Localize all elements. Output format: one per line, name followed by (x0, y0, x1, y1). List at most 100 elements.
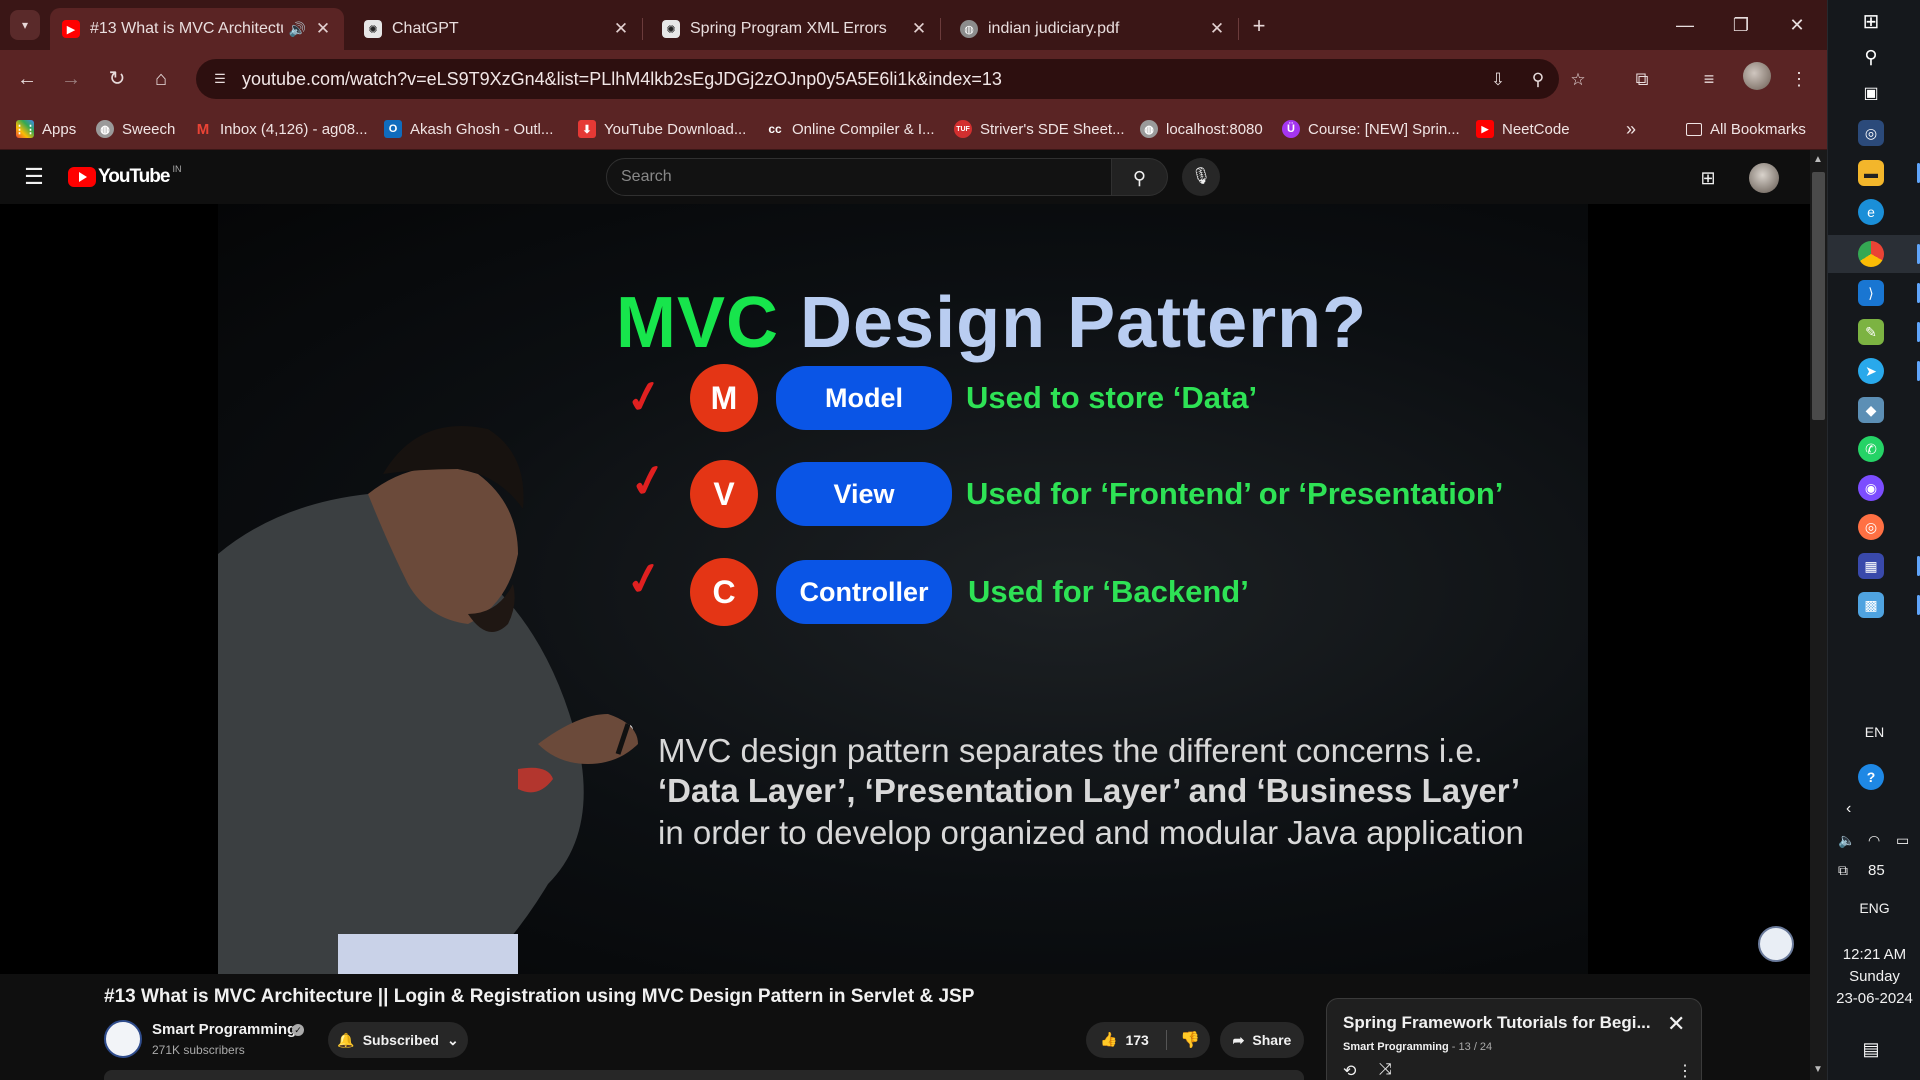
create-video-icon[interactable]: ⊞ (1695, 166, 1721, 190)
account-avatar[interactable] (1749, 163, 1779, 193)
slide-title: MVC Design Pattern? (616, 282, 1367, 364)
tab-indian-judiciary[interactable]: ◍ indian judiciary.pdf ✕ (948, 8, 1238, 50)
home-button[interactable]: ⌂ (146, 64, 176, 94)
notifications-icon[interactable]: ▤ (1858, 1036, 1884, 1062)
speaker-icon[interactable]: 🔊 (289, 21, 306, 38)
bookmarks-overflow-button[interactable]: » (1626, 118, 1636, 140)
share-button[interactable]: ➦ Share (1220, 1022, 1304, 1058)
channel-avatar[interactable] (104, 1020, 142, 1058)
playlist-title[interactable]: Spring Framework Tutorials for Begi... (1343, 1013, 1663, 1033)
app-icon[interactable]: ▦ (1858, 553, 1884, 579)
bookmark-youtube-download[interactable]: ⬇ YouTube Download... (578, 118, 746, 140)
new-tab-button[interactable]: + (1245, 12, 1273, 40)
display-icon[interactable]: ⧉ (1838, 862, 1848, 879)
youtube-logo[interactable]: YouTube IN (68, 164, 181, 188)
close-tab-icon[interactable]: ✕ (910, 19, 928, 39)
scroll-down-arrow-icon[interactable]: ▼ (1813, 1064, 1823, 1075)
shuffle-icon[interactable]: ⤨ (1379, 1061, 1392, 1079)
close-tab-icon[interactable]: ✕ (612, 19, 630, 39)
bookmark-localhost[interactable]: ◍ localhost:8080 (1140, 118, 1263, 140)
more-options-icon[interactable]: ⋮ (1677, 1061, 1693, 1080)
thumbs-down-icon[interactable]: 👎 (1180, 1030, 1200, 1050)
tab-divider (1238, 18, 1239, 40)
media-controls-icon[interactable]: ≡ (1694, 64, 1724, 94)
app-icon[interactable]: ◎ (1858, 514, 1884, 540)
search-input[interactable]: Search (606, 158, 1112, 196)
back-button[interactable]: ← (12, 64, 42, 94)
bookmark-apps[interactable]: ⋮⋮ Apps (14, 118, 76, 140)
install-app-icon[interactable]: ⇩ (1486, 68, 1510, 92)
address-bar[interactable]: ☰ youtube.com/watch?v=eLS9T9XzGn4&list=P… (196, 59, 1586, 99)
battery-icon[interactable]: ▭ (1896, 832, 1909, 849)
site-settings-icon[interactable]: ☰ (210, 69, 230, 89)
restore-button[interactable]: ❐ (1718, 10, 1764, 40)
share-label: Share (1252, 1032, 1292, 1048)
input-language[interactable]: ENG (1828, 900, 1920, 916)
chevron-left-icon[interactable]: ‹ (1846, 800, 1851, 818)
tab-chatgpt[interactable]: ✺ ChatGPT ✕ (352, 8, 642, 50)
tab-divider (642, 18, 643, 40)
bookmark-udemy-course[interactable]: Ü Course: [NEW] Sprin... (1282, 118, 1460, 140)
bookmark-star-icon[interactable]: ☆ (1566, 68, 1590, 92)
extensions-icon[interactable]: ⧉ (1627, 64, 1657, 94)
bookmark-outlook[interactable]: O Akash Ghosh - Outl... (384, 118, 553, 140)
profile-avatar[interactable] (1743, 62, 1771, 90)
playlist-channel[interactable]: Smart Programming (1343, 1041, 1449, 1053)
language-indicator[interactable]: EN (1828, 724, 1920, 740)
channel-watermark[interactable] (1758, 926, 1794, 962)
guide-menu-icon[interactable]: ☰ (22, 165, 46, 189)
chrome-menu-icon[interactable]: ⋮ (1784, 64, 1814, 94)
task-view-icon[interactable]: ▣ (1858, 80, 1884, 106)
close-window-button[interactable]: ✕ (1774, 10, 1820, 40)
channel-name[interactable]: Smart Programming (152, 1021, 296, 1038)
notepad-icon[interactable]: ✎ (1858, 319, 1884, 345)
scroll-up-arrow-icon[interactable]: ▲ (1813, 154, 1823, 165)
volume-icon[interactable]: 🔈 (1838, 832, 1855, 849)
vscode-icon[interactable]: ⟩ (1858, 280, 1884, 306)
description-box[interactable] (104, 1070, 1304, 1080)
app-icon[interactable]: ◎ (1858, 120, 1884, 146)
reload-button[interactable]: ↻ (102, 64, 132, 94)
whatsapp-icon[interactable]: ✆ (1858, 436, 1884, 462)
app-icon[interactable]: ◆ (1858, 397, 1884, 423)
close-tab-icon[interactable]: ✕ (1208, 19, 1226, 39)
video-frame[interactable]: MVC Design Pattern? ✓ M Model Used to st… (218, 204, 1588, 974)
bookmark-neetcode[interactable]: ▶ NeetCode (1476, 118, 1570, 140)
wifi-icon[interactable]: ◠ (1868, 832, 1880, 849)
all-bookmarks-button[interactable]: All Bookmarks (1686, 118, 1806, 140)
page-scrollbar[interactable]: ▲ ▼ (1810, 150, 1827, 1080)
subscribed-button[interactable]: 🔔 Subscribed ⌄ (328, 1022, 468, 1058)
scrollbar-thumb[interactable] (1812, 172, 1825, 420)
help-icon[interactable]: ? (1858, 764, 1884, 790)
edge-icon[interactable]: e (1858, 199, 1884, 225)
playlist-meta: Smart Programming - 13 / 24 (1343, 1041, 1493, 1053)
voice-search-icon[interactable]: 🎙 (1182, 158, 1220, 196)
loop-icon[interactable]: ⟲ (1343, 1061, 1356, 1080)
clock-date: 23-06-2024 (1836, 990, 1913, 1007)
bookmark-sweech[interactable]: ◍ Sweech (96, 118, 175, 140)
video-player[interactable]: MVC Design Pattern? ✓ M Model Used to st… (0, 204, 1810, 974)
forward-button[interactable]: → (56, 64, 86, 94)
tab-youtube[interactable]: ▶ #13 What is MVC Architectu 🔊 ✕ (50, 8, 344, 50)
clock-time[interactable]: 12:21 AM (1828, 946, 1920, 963)
tab-search-button[interactable]: ▾ (10, 10, 40, 40)
photos-icon[interactable]: ▩ (1858, 592, 1884, 618)
bookmark-online-compiler[interactable]: cc Online Compiler & I... (766, 118, 934, 140)
tab-spring-xml[interactable]: ✺ Spring Program XML Errors ✕ (650, 8, 940, 50)
close-tab-icon[interactable]: ✕ (314, 19, 332, 39)
chrome-icon[interactable] (1858, 241, 1884, 267)
bookmark-striver[interactable]: TUF Striver's SDE Sheet... (954, 118, 1125, 140)
tuf-icon: TUF (954, 120, 972, 138)
search-button[interactable]: ⚲ (1112, 158, 1168, 196)
close-icon[interactable]: ✕ (1667, 1011, 1685, 1037)
search-icon[interactable]: ⚲ (1858, 44, 1884, 70)
telegram-icon[interactable]: ➤ (1858, 358, 1884, 384)
minimize-button[interactable]: — (1662, 10, 1708, 40)
zoom-icon[interactable]: ⚲ (1526, 68, 1550, 92)
file-explorer-icon[interactable]: ▬ (1858, 160, 1884, 186)
github-icon[interactable]: ◉ (1858, 475, 1884, 501)
playlist-panel: Spring Framework Tutorials for Begi... ✕… (1326, 998, 1702, 1080)
windows-start-icon[interactable]: ⊞ (1858, 8, 1884, 34)
like-button[interactable]: 👍 173 (1100, 1031, 1149, 1048)
bookmark-gmail[interactable]: M Inbox (4,126) - ag08... (194, 118, 368, 140)
